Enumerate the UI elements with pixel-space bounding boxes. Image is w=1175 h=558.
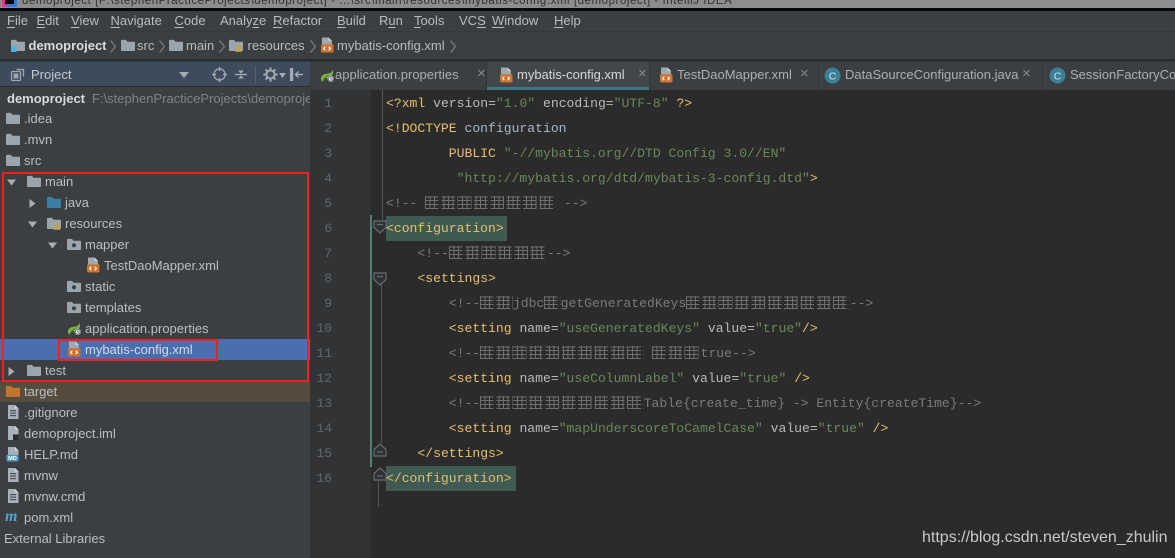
svg-text:C: C [829, 70, 837, 82]
svg-text:C: C [1054, 70, 1062, 82]
